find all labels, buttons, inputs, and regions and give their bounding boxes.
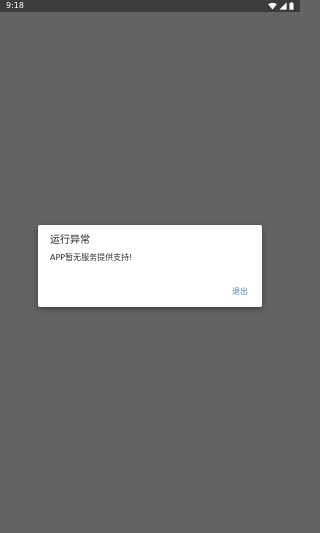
- status-time: 9:18: [6, 1, 24, 10]
- dialog-title: 运行异常: [50, 235, 90, 246]
- status-icons: [268, 0, 294, 12]
- dialog-message: APP暂无服务提供支持!: [50, 253, 133, 262]
- battery-icon: [289, 2, 294, 10]
- signal-icon: [279, 2, 287, 10]
- exit-button[interactable]: 退出: [232, 287, 248, 297]
- dialog-actions: 退出: [232, 287, 248, 297]
- wifi-icon: [268, 2, 277, 10]
- alert-dialog: 运行异常 APP暂无服务提供支持! 退出: [38, 225, 262, 307]
- status-bar: 9:18: [0, 0, 300, 12]
